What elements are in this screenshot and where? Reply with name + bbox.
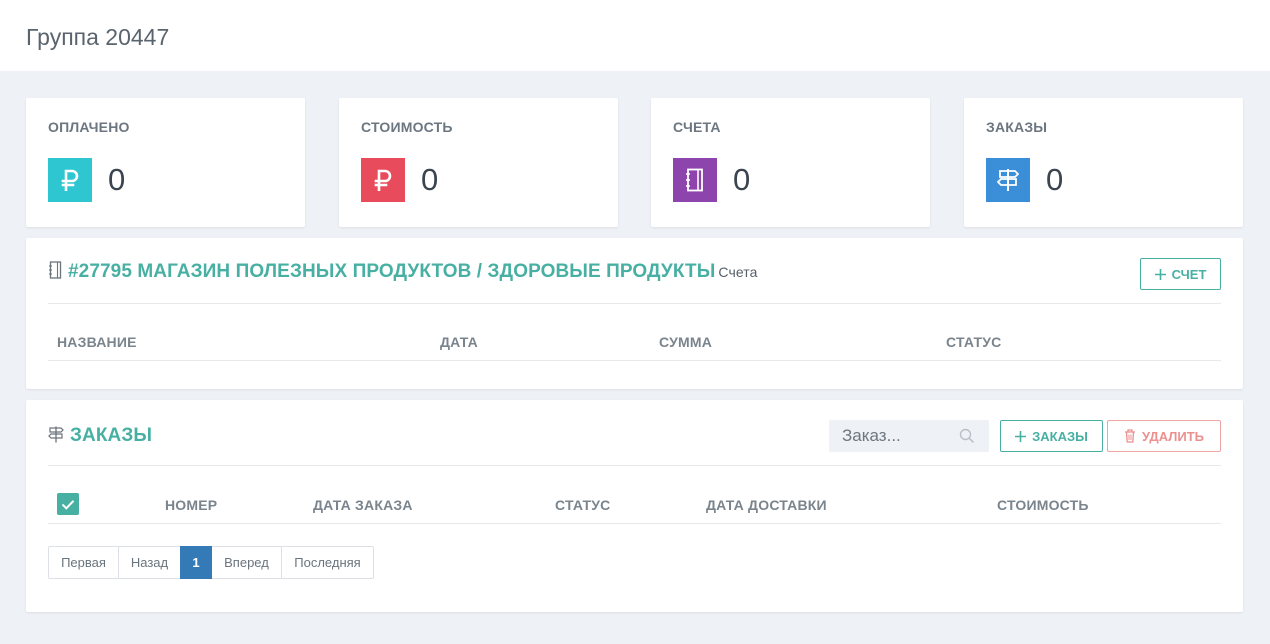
select-all-checkbox[interactable] — [57, 493, 79, 515]
delete-label: УДАЛИТЬ — [1142, 428, 1204, 444]
add-order-label: ЗАКАЗЫ — [1032, 428, 1088, 444]
stat-label: СЧЕТА — [673, 119, 721, 135]
divider — [48, 523, 1221, 524]
column-header-status[interactable]: СТАТУС — [946, 334, 1001, 350]
stat-label: ОПЛАЧЕНО — [48, 119, 130, 135]
search-icon[interactable] — [959, 428, 975, 444]
column-header-order-date[interactable]: ДАТА ЗАКАЗА — [313, 497, 413, 513]
stat-card-cost: СТОИМОСТЬ 0 — [339, 98, 618, 227]
invoices-title: #27795 МАГАЗИН ПОЛЕЗНЫХ ПРОДУКТОВ / ЗДОР… — [48, 261, 758, 285]
divider — [48, 360, 1221, 361]
stat-value: 0 — [108, 162, 126, 197]
order-search — [829, 420, 989, 452]
pagination-prev[interactable]: Назад — [118, 546, 181, 579]
pagination-page-current[interactable]: 1 — [180, 546, 212, 579]
column-header-name[interactable]: НАЗВАНИЕ — [57, 334, 137, 350]
pagination: Первая Назад 1 Вперед Последняя — [48, 546, 374, 579]
column-header-date[interactable]: ДАТА — [440, 334, 478, 350]
ruble-icon — [361, 158, 405, 202]
orders-title: ЗАКАЗЫ — [48, 425, 152, 449]
orders-title-text: ЗАКАЗЫ — [70, 425, 153, 446]
column-header-number[interactable]: НОМЕР — [165, 497, 217, 513]
stat-label: СТОИМОСТЬ — [361, 119, 453, 135]
ruble-icon — [48, 158, 92, 202]
pagination-next[interactable]: Вперед — [211, 546, 282, 579]
stat-card-paid: ОПЛАЧЕНО 0 — [26, 98, 305, 227]
column-header-order-status[interactable]: СТАТУС — [555, 497, 610, 513]
pagination-last[interactable]: Последняя — [281, 546, 374, 579]
stat-card-orders: ЗАКАЗЫ 0 — [964, 98, 1243, 227]
column-header-cost[interactable]: СТОИМОСТЬ — [997, 497, 1089, 513]
plus-icon — [1015, 430, 1027, 442]
stat-value: 0 — [421, 162, 439, 197]
add-order-button[interactable]: ЗАКАЗЫ — [1000, 420, 1103, 452]
delete-button[interactable]: УДАЛИТЬ — [1107, 420, 1221, 452]
signpost-icon — [48, 426, 64, 449]
divider — [48, 303, 1221, 304]
invoices-title-text: #27795 МАГАЗИН ПОЛЕЗНЫХ ПРОДУКТОВ / ЗДОР… — [68, 261, 716, 282]
signpost-icon — [986, 158, 1030, 202]
invoices-subtitle: Счета — [718, 264, 758, 280]
stat-label: ЗАКАЗЫ — [986, 119, 1048, 135]
add-invoice-button[interactable]: СЧЕТ — [1140, 258, 1221, 290]
stat-card-invoices: СЧЕТА 0 — [651, 98, 930, 227]
column-header-delivery-date[interactable]: ДАТА ДОСТАВКИ — [706, 497, 827, 513]
divider — [48, 465, 1221, 466]
page-title: Группа 20447 — [26, 24, 170, 50]
pagination-first[interactable]: Первая — [48, 546, 119, 579]
stat-value: 0 — [733, 162, 751, 197]
notebook-icon — [48, 261, 62, 285]
check-icon — [61, 499, 75, 510]
add-invoice-label: СЧЕТ — [1171, 266, 1207, 282]
stat-value: 0 — [1046, 162, 1064, 197]
column-header-sum[interactable]: СУММА — [659, 334, 712, 350]
notebook-icon — [673, 158, 717, 202]
top-bar: Группа 20447 — [0, 0, 1270, 71]
plus-icon — [1154, 268, 1166, 280]
order-search-input[interactable] — [829, 420, 959, 452]
trash-icon — [1125, 429, 1135, 443]
